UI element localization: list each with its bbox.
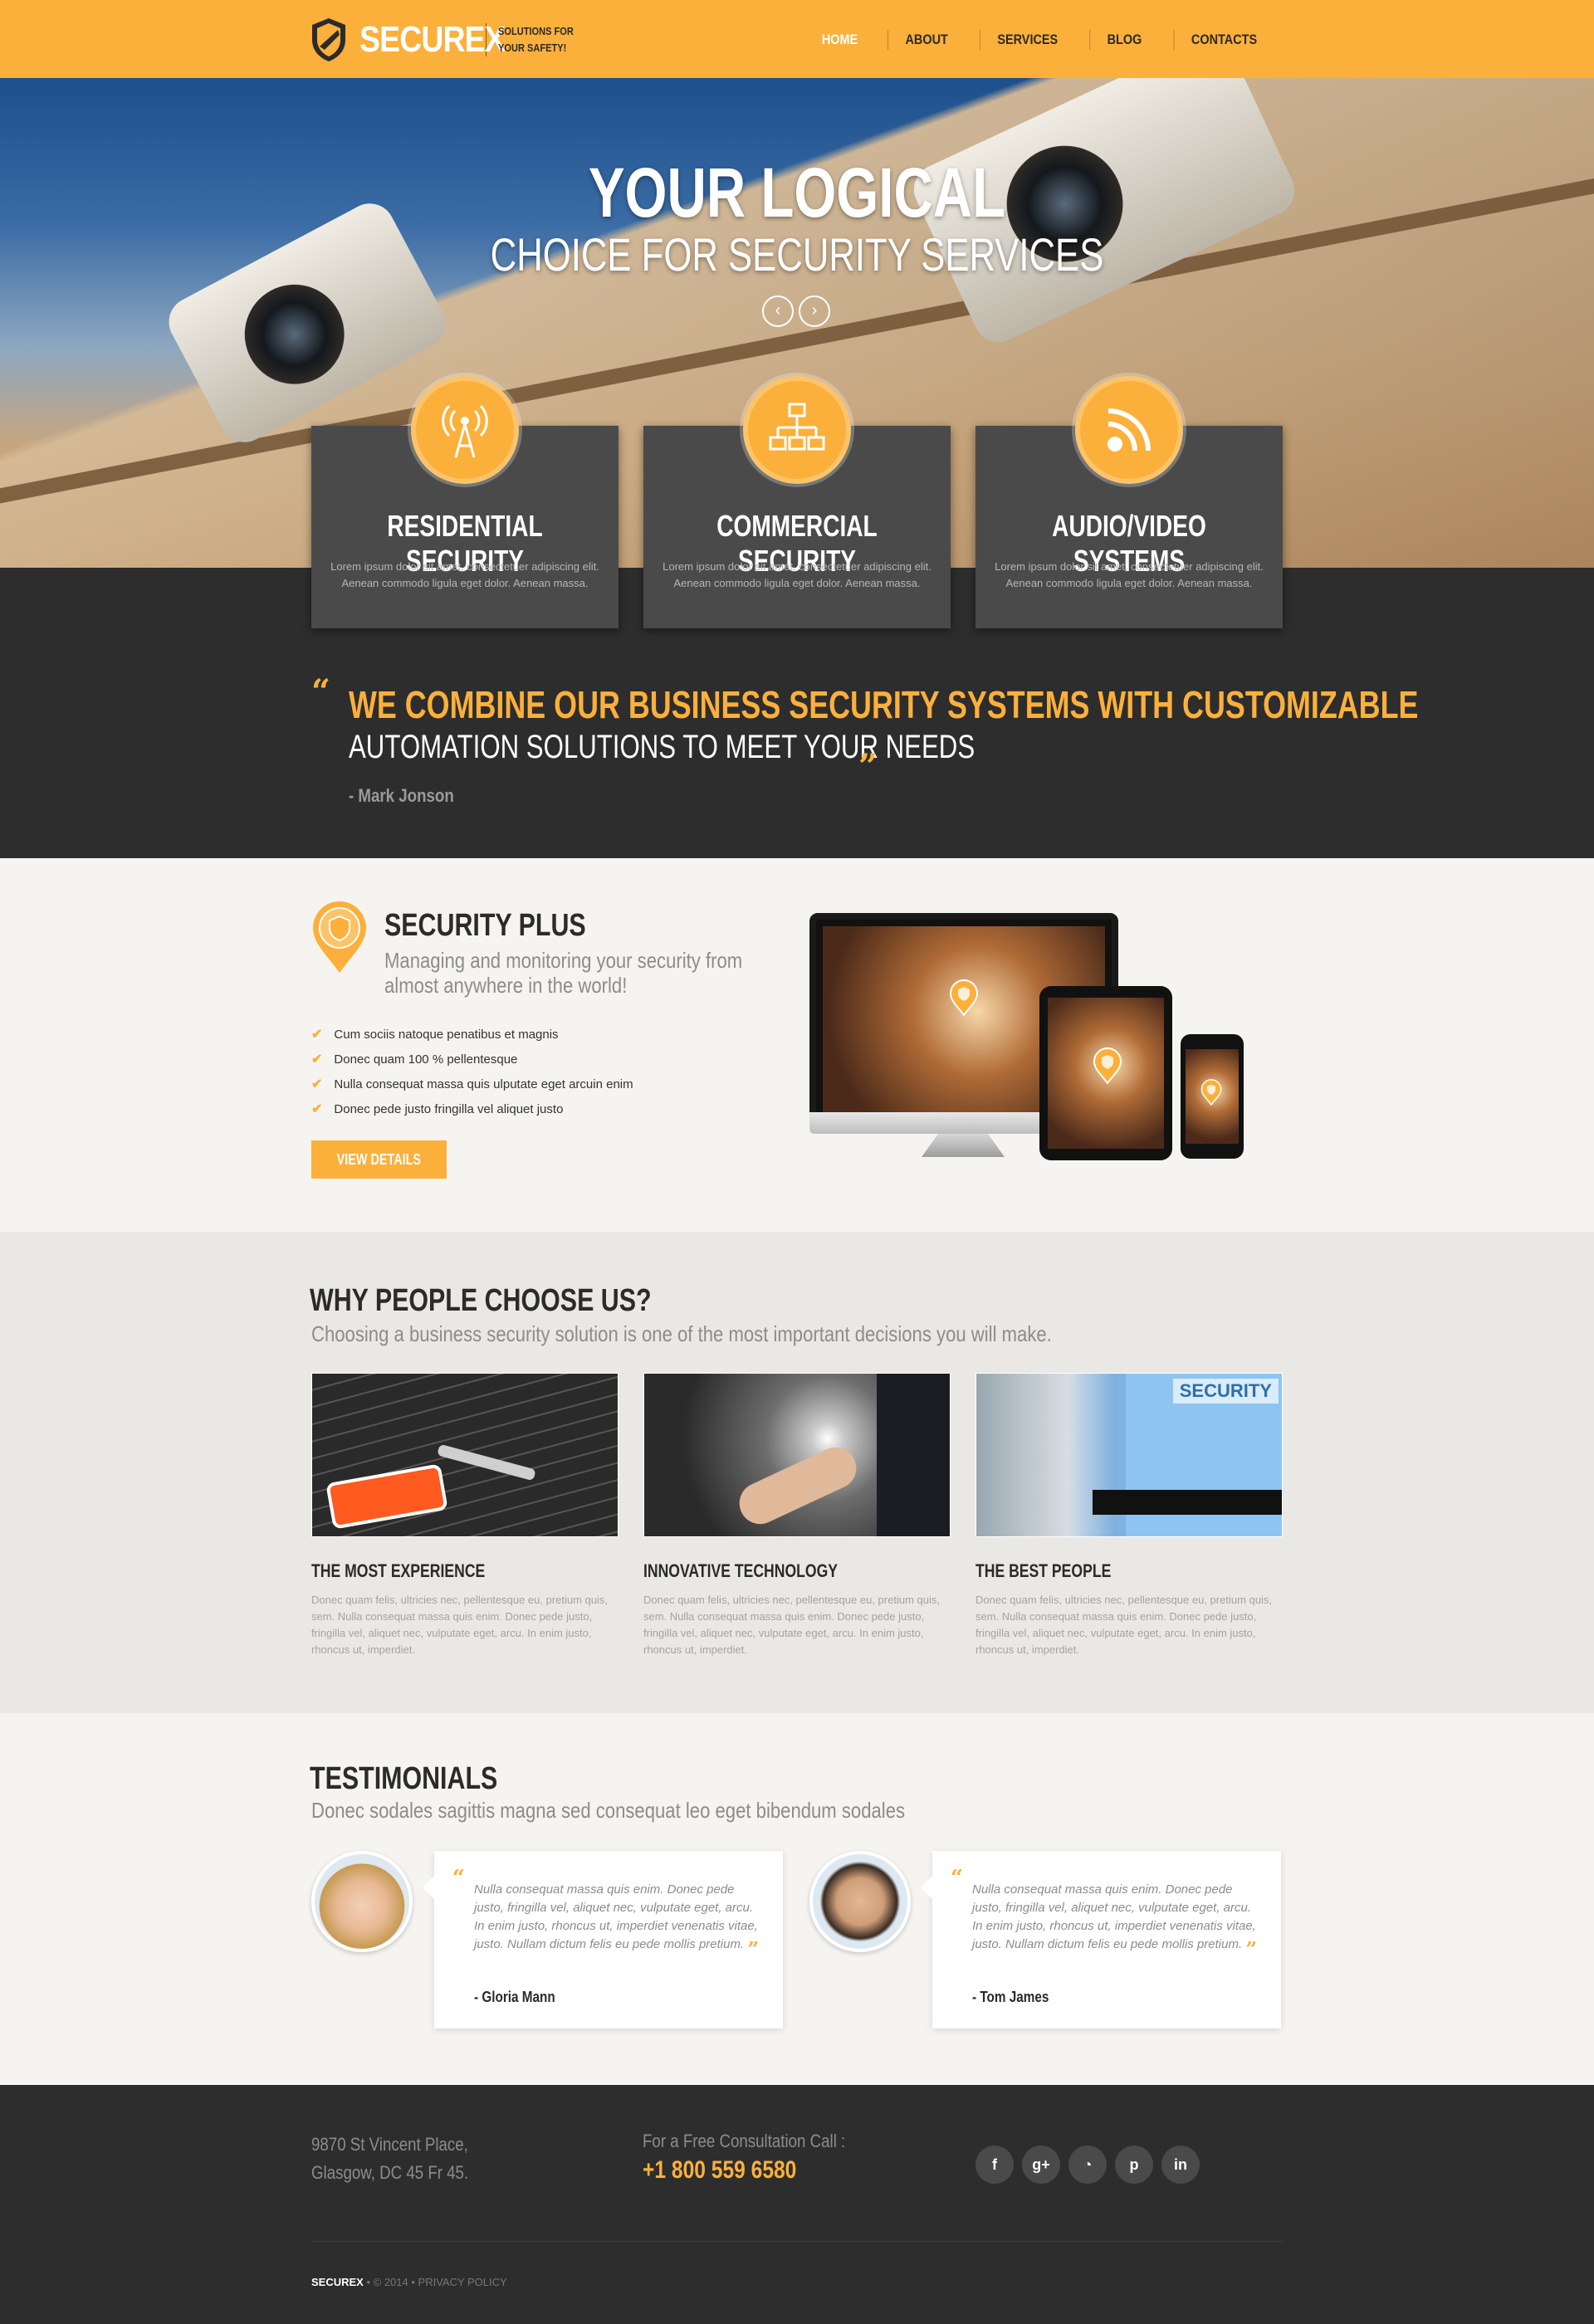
security-badge: SECURITY bbox=[1172, 1379, 1279, 1404]
avatar bbox=[809, 1851, 911, 1952]
feature-text: Donec quam felis, ultricies nec, pellent… bbox=[975, 1594, 1272, 1656]
footer-address: 9870 St Vincent Place, Glasgow, DC 45 Fr… bbox=[311, 2134, 469, 2183]
nav-about[interactable]: ABOUT bbox=[887, 30, 965, 50]
quote-line-1: WE COMBINE OUR BUSINESS SECURITY SYSTEMS… bbox=[349, 683, 1419, 726]
chevron-right-icon: › bbox=[811, 301, 818, 320]
security-plus-section bbox=[0, 858, 1594, 1232]
testimonial-text: Nulla consequat massa quis enim. Donec p… bbox=[474, 1882, 760, 1961]
quote-open-icon: “ bbox=[452, 1866, 465, 1891]
pinterest-icon[interactable]: p bbox=[1115, 2146, 1153, 2184]
quote-close-icon: ” bbox=[858, 747, 878, 786]
check-icon: ✔ bbox=[311, 1052, 323, 1067]
brand-tagline: SOLUTIONS FOR YOUR SAFETY! bbox=[498, 25, 574, 54]
security-guard-image: SECURITY bbox=[975, 1373, 1283, 1537]
check-icon: ✔ bbox=[311, 1102, 323, 1116]
quote-line-2: AUTOMATION SOLUTIONS TO MEET YOUR NEEDS bbox=[349, 729, 975, 765]
list-item: ✔ Cum sociis natoque penatibus et magnis bbox=[311, 1023, 633, 1047]
service-text: Lorem ipsum dolor sit amet, consectetuer… bbox=[995, 560, 1264, 589]
main-nav: HOME ABOUT SERVICES BLOG CONTACTS bbox=[799, 25, 1283, 55]
antenna-icon bbox=[442, 404, 488, 458]
why-title: WHY PEOPLE CHOOSE US? bbox=[310, 1283, 652, 1318]
hero-subtitle: CHOICE FOR SECURITY SERVICES bbox=[490, 228, 1104, 281]
quote-close-icon: ” bbox=[1245, 1937, 1258, 1961]
testimonial-author: - Tom James bbox=[972, 1989, 1049, 2005]
testimonial-text: Nulla consequat massa quis enim. Donec p… bbox=[972, 1882, 1258, 1961]
quote-open-icon: “ bbox=[311, 672, 331, 711]
consultation-label: For a Free Consultation Call : bbox=[643, 2131, 846, 2151]
copyright-brand: SECUREX bbox=[311, 2276, 364, 2288]
service-card-residential[interactable]: RESIDENTIAL SECURITY Lorem ipsum dolor s… bbox=[311, 376, 619, 628]
site-header: SECUREX SOLUTIONS FOR YOUR SAFETY! HOME … bbox=[0, 0, 1594, 78]
service-icon-circle bbox=[411, 376, 519, 484]
footer-divider bbox=[311, 2241, 1283, 2242]
shield-pin-icon bbox=[313, 901, 366, 973]
feature-title: THE BEST PEOPLE bbox=[975, 1560, 1112, 1581]
quote-close-icon: ” bbox=[747, 1937, 760, 1961]
next-slide-button[interactable]: › bbox=[799, 295, 830, 327]
testimonial-author: - Gloria Mann bbox=[474, 1989, 555, 2005]
privacy-policy-link[interactable]: • © 2014 • PRIVACY POLICY bbox=[364, 2276, 506, 2288]
service-card-audio-video[interactable]: AUDIO/VIDEO SYSTEMS Lorem ipsum dolor si… bbox=[975, 376, 1283, 628]
testimonial-card: “ Nulla consequat massa quis enim. Donec… bbox=[921, 1851, 1281, 2029]
shield-pin-icon bbox=[1200, 1079, 1222, 1106]
quote-author: - Mark Jonson bbox=[349, 785, 454, 806]
shield-pin-icon bbox=[1093, 1047, 1122, 1084]
feature-card[interactable]: SECURITY THE BEST PEOPLE Donec quam feli… bbox=[975, 1373, 1283, 1658]
keyboard-key-image bbox=[311, 1373, 619, 1537]
testimonial-card: “ Nulla consequat massa quis enim. Donec… bbox=[423, 1851, 783, 2029]
view-details-button[interactable]: VIEW DETAILS bbox=[311, 1140, 447, 1179]
phone-number-link[interactable]: +1 800 559 6580 bbox=[643, 2156, 796, 2185]
list-item: ✔ Donec pede justo fringilla vel aliquet … bbox=[311, 1097, 633, 1122]
quote-open-icon: “ bbox=[951, 1866, 963, 1891]
testimonials-subtitle: Donec sodales sagittis magna sed consequ… bbox=[311, 1798, 906, 1823]
site-footer bbox=[0, 2085, 1594, 2324]
service-text: Lorem ipsum dolor sit amet, consectetuer… bbox=[663, 560, 931, 589]
security-plus-subtitle: Managing and monitoring your security fr… bbox=[384, 948, 743, 998]
nav-home[interactable]: HOME bbox=[804, 30, 874, 50]
google-plus-icon[interactable]: g+ bbox=[1022, 2146, 1060, 2184]
avatar bbox=[311, 1851, 413, 1952]
linkedin-icon[interactable]: in bbox=[1161, 2146, 1200, 2184]
social-links: f g+ ◔ p in bbox=[975, 2146, 1200, 2184]
nav-contacts[interactable]: CONTACTS bbox=[1173, 30, 1274, 50]
testimonials-title: TESTIMONIALS bbox=[310, 1761, 498, 1796]
security-plus-title: SECURITY PLUS bbox=[384, 908, 586, 943]
service-text: Lorem ipsum dolor sit amet, consectetuer… bbox=[330, 560, 599, 589]
feature-title: THE MOST EXPERIENCE bbox=[311, 1560, 486, 1581]
copyright: SECUREX • © 2014 • PRIVACY POLICY bbox=[311, 2276, 507, 2288]
shield-pin-icon bbox=[949, 979, 979, 1016]
testimonials-section bbox=[0, 1713, 1594, 2085]
feature-text: Donec quam felis, ultricies nec, pellent… bbox=[643, 1594, 940, 1656]
service-icon-circle bbox=[1075, 376, 1183, 484]
service-icon-circle bbox=[743, 376, 851, 484]
rss-icon[interactable]: ◔ bbox=[1068, 2146, 1107, 2184]
slider-arrows: ‹ › bbox=[762, 295, 830, 327]
why-subtitle: Choosing a business security solution is… bbox=[311, 1321, 1052, 1346]
shield-logo-icon bbox=[312, 18, 345, 61]
list-item: ✔ Nulla consequat massa quis ulputate ege… bbox=[311, 1072, 633, 1097]
feature-card[interactable]: THE MOST EXPERIENCE Donec quam felis, ul… bbox=[311, 1373, 619, 1658]
nav-services[interactable]: SERVICES bbox=[980, 30, 1074, 50]
check-icon: ✔ bbox=[311, 1077, 323, 1091]
logo[interactable]: SECUREX SOLUTIONS FOR YOUR SAFETY! bbox=[310, 15, 606, 65]
rss-icon bbox=[1107, 408, 1151, 452]
service-card-commercial[interactable]: COMMERCIAL SECURITY Lorem ipsum dolor si… bbox=[643, 376, 951, 628]
check-icon: ✔ bbox=[311, 1028, 323, 1042]
feature-checklist: ✔ Cum sociis natoque penatibus et magnis … bbox=[311, 1023, 633, 1122]
feature-card[interactable]: INNOVATIVE TECHNOLOGY Donec quam felis, … bbox=[643, 1373, 951, 1658]
facebook-icon[interactable]: f bbox=[975, 2146, 1014, 2184]
feature-title: INNOVATIVE TECHNOLOGY bbox=[643, 1560, 839, 1581]
feature-text: Donec quam felis, ultricies nec, pellent… bbox=[311, 1594, 608, 1656]
prev-slide-button[interactable]: ‹ bbox=[762, 295, 794, 327]
hero-title: YOUR LOGICAL bbox=[588, 154, 1006, 232]
network-icon bbox=[769, 403, 825, 451]
chevron-left-icon: ‹ bbox=[775, 301, 781, 320]
touch-technology-image bbox=[643, 1373, 951, 1537]
brand-name: SECUREX bbox=[359, 19, 506, 60]
list-item: ✔ Donec quam 100 % pellentesque bbox=[311, 1047, 633, 1072]
nav-blog[interactable]: BLOG bbox=[1089, 30, 1158, 50]
